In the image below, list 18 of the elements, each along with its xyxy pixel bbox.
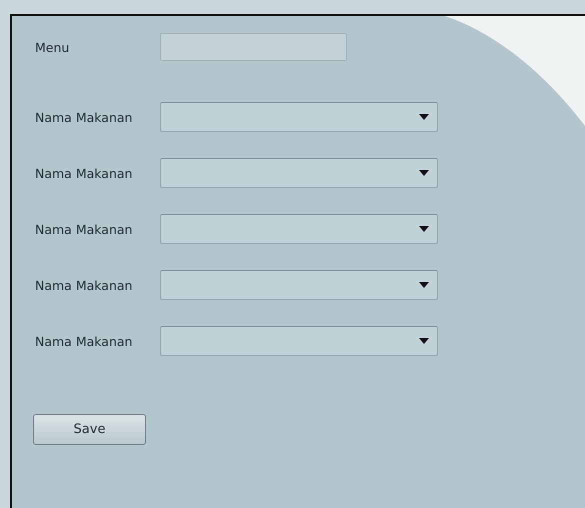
caret-icon: [419, 226, 429, 232]
field-label: Nama Makanan: [35, 222, 134, 236]
caret-icon: [419, 170, 429, 176]
dropdown[interactable]: [160, 158, 438, 188]
caret-icon: [419, 114, 429, 120]
caret-icon: [419, 338, 429, 344]
dropdown[interactable]: [160, 214, 438, 244]
save-button[interactable]: Save: [33, 414, 146, 445]
field-label: Nama Makanan: [35, 334, 134, 348]
field-label: Nama Makanan: [35, 278, 134, 292]
dropdown[interactable]: [160, 270, 438, 300]
field-label: Nama Makanan: [35, 110, 134, 124]
dropdown[interactable]: [160, 326, 438, 356]
menu-field[interactable]: [160, 33, 347, 61]
caret-icon: [419, 282, 429, 288]
dropdown[interactable]: [160, 102, 438, 132]
field-label: Nama Makanan: [35, 166, 134, 180]
field-label: Menu: [35, 40, 70, 54]
